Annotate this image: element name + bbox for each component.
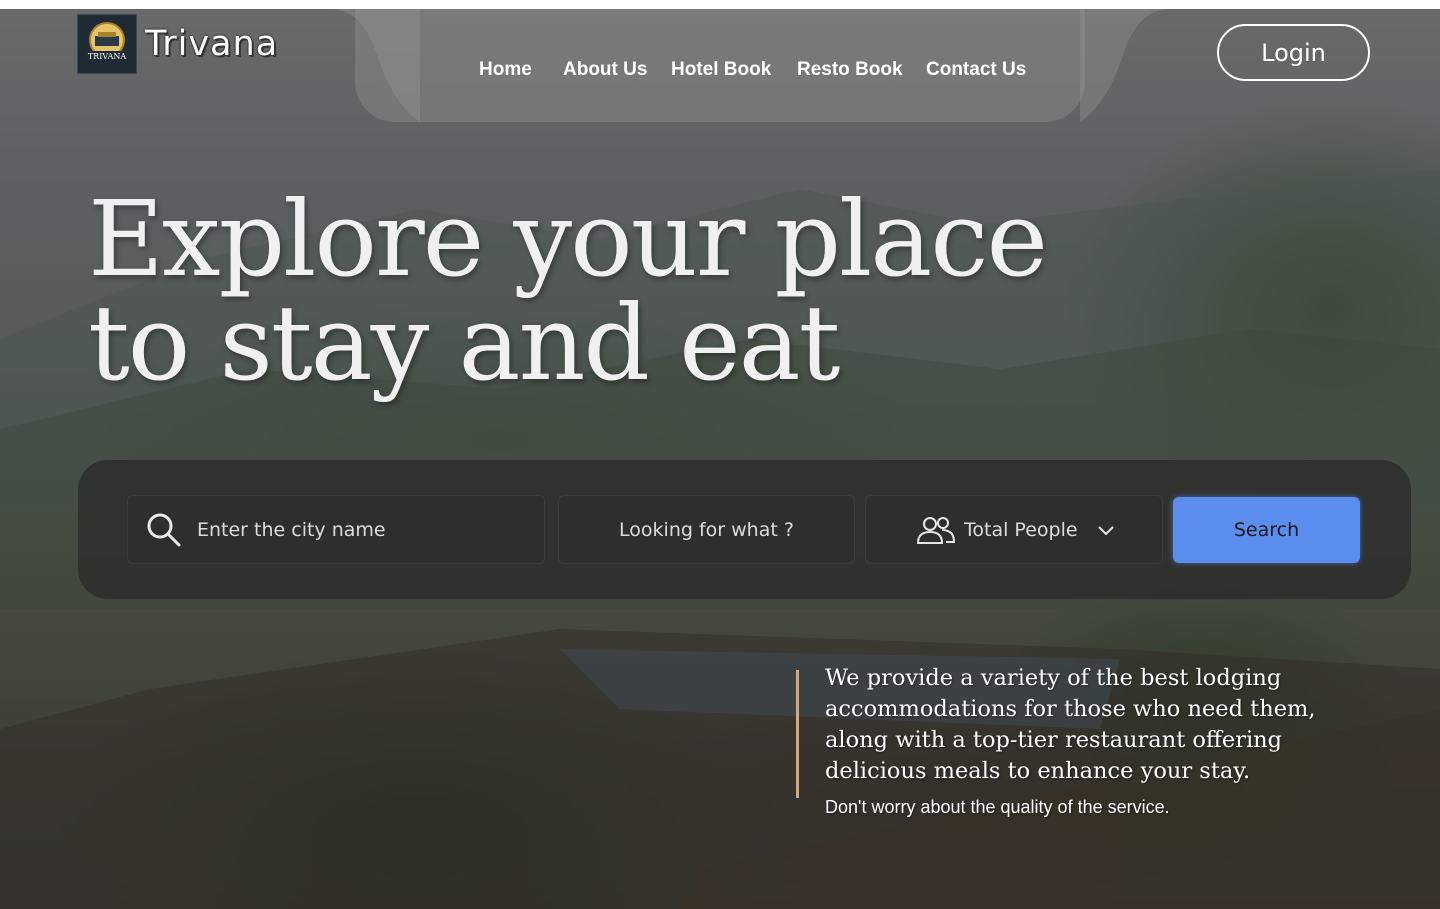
chevron-down-icon [1097, 525, 1114, 535]
total-people-label: Total People [964, 518, 1078, 541]
nav-contact-us[interactable]: Contact Us [926, 59, 1026, 81]
search-button[interactable]: Search [1173, 497, 1360, 563]
search-icon [147, 513, 181, 546]
nav-hotel-book[interactable]: Hotel Book [671, 59, 771, 81]
headline-line-1: Explore your place [88, 178, 1048, 300]
city-input-placeholder: Enter the city name [197, 518, 386, 541]
city-search-field[interactable]: Enter the city name [127, 495, 545, 564]
total-people-select[interactable]: Total People [865, 495, 1163, 564]
brand-name[interactable]: Trivana [145, 24, 278, 64]
tagline-text: We provide a variety of the best lodging… [825, 665, 1316, 784]
looking-for-field[interactable]: Looking for what ? [558, 495, 855, 564]
login-button[interactable]: Login [1217, 24, 1370, 81]
search-panel: Enter the city name Looking for what ? T… [78, 460, 1411, 599]
tagline-accent-bar [796, 670, 799, 798]
headline-line-2: to stay and eat [88, 282, 840, 404]
nav-resto-book[interactable]: Resto Book [797, 59, 903, 81]
nav-home[interactable]: Home [479, 59, 532, 81]
hero-headline: Explore your place to stay and eat [88, 187, 1088, 395]
hero-section: TRIVANA Trivana Home About Us Hotel Book… [0, 9, 1440, 909]
people-icon [916, 516, 956, 544]
nav-about-us[interactable]: About Us [563, 59, 647, 81]
tagline-subtext: Don't worry about the quality of the ser… [825, 797, 1170, 817]
looking-for-placeholder: Looking for what ? [619, 518, 794, 541]
